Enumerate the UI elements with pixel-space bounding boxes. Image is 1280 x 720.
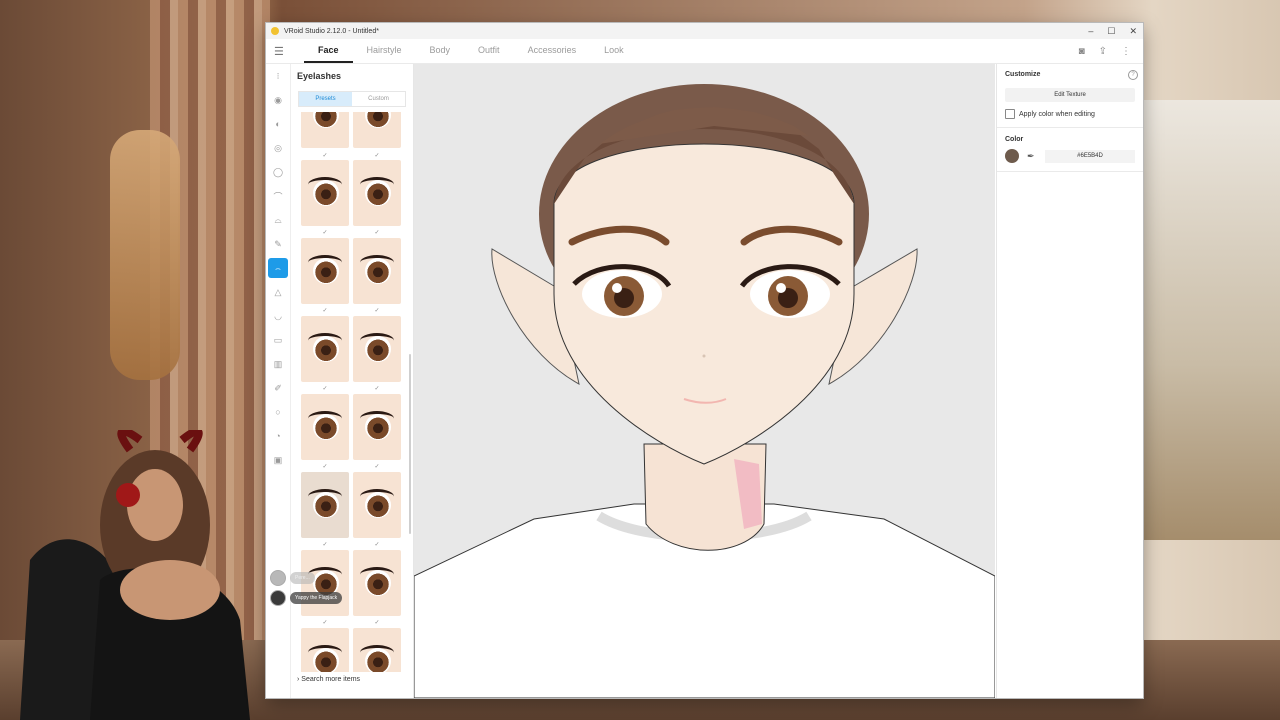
face-set-icon[interactable]: ⁝: [268, 66, 288, 86]
ear-icon[interactable]: ◐: [268, 114, 288, 134]
check-icon: ✓: [374, 542, 380, 548]
color-hex-field[interactable]: #6E5B4D: [1045, 150, 1135, 163]
app-logo-icon: [271, 27, 279, 35]
circle-icon[interactable]: ○: [268, 402, 288, 422]
chat-username: Pere...: [290, 572, 315, 584]
check-icon: ✓: [322, 464, 328, 470]
mouth-icon[interactable]: ◡: [268, 306, 288, 326]
tab-look[interactable]: Look: [590, 39, 638, 63]
color-swatch[interactable]: [1005, 149, 1019, 163]
presets-tab[interactable]: Presets: [299, 92, 352, 106]
window-title: VRoid Studio 2.12.0 - Untitled*: [284, 27, 379, 35]
check-icon: ✓: [322, 153, 328, 159]
check-icon: ✓: [322, 386, 328, 392]
camera-icon[interactable]: ◙: [1079, 46, 1085, 57]
apply-color-checkbox-row[interactable]: Apply color when editing: [1005, 109, 1095, 119]
eye-icon[interactable]: ◉: [268, 90, 288, 110]
eyelid-icon[interactable]: ⌓: [268, 210, 288, 230]
help-icon[interactable]: ?: [1128, 70, 1138, 80]
nose-icon[interactable]: △: [268, 282, 288, 302]
eyeball-icon[interactable]: ◯: [268, 162, 288, 182]
more-icon[interactable]: ⋮: [1121, 46, 1131, 57]
check-icon: ✓: [374, 308, 380, 314]
preset-thumbnail[interactable]: [301, 160, 349, 226]
check-icon: ✓: [322, 542, 328, 548]
tab-body[interactable]: Body: [416, 39, 465, 63]
chat-avatar: [270, 590, 286, 606]
preset-thumbnail[interactable]: [353, 160, 401, 226]
eye-outline-icon[interactable]: ◎: [268, 138, 288, 158]
background-window: [1143, 100, 1280, 540]
preset-thumbnail[interactable]: [353, 394, 401, 460]
search-more-label: Search more items: [301, 676, 361, 683]
color-heading: Color: [1005, 136, 1024, 143]
panel-scrollbar[interactable]: [409, 354, 411, 534]
main-menu-bar: ☰ Face Hairstyle Body Outfit Accessories…: [266, 39, 1143, 64]
check-icon: ✓: [374, 153, 380, 159]
teeth-icon[interactable]: ▥: [268, 354, 288, 374]
avatar-3d-preview: [414, 84, 995, 698]
customize-heading: Customize: [1005, 71, 1041, 78]
preset-thumbnail[interactable]: [353, 316, 401, 382]
pen-icon[interactable]: ✐: [268, 378, 288, 398]
divider: [997, 127, 1143, 128]
preset-thumbnail[interactable]: [301, 112, 349, 148]
app-window: VRoid Studio 2.12.0 - Untitled* – ☐ ✕ ☰ …: [266, 23, 1143, 698]
check-icon: ✓: [374, 464, 380, 470]
preset-thumbnail[interactable]: [353, 550, 401, 616]
face-paint-icon[interactable]: ▣: [268, 450, 288, 470]
preset-thumbnail[interactable]: [301, 394, 349, 460]
title-bar: VRoid Studio 2.12.0 - Untitled* – ☐ ✕: [266, 23, 1143, 39]
tab-accessories[interactable]: Accessories: [514, 39, 591, 63]
panel-title: Eyelashes: [297, 71, 342, 81]
minimize-button[interactable]: –: [1088, 26, 1093, 36]
preset-thumbnail[interactable]: [353, 238, 401, 304]
close-button[interactable]: ✕: [1129, 26, 1137, 37]
customize-panel: Customize ? Edit Texture Apply color whe…: [996, 64, 1143, 698]
chat-username: Yappy the Flapjack: [290, 592, 343, 604]
brow-icon[interactable]: ⌒: [268, 186, 288, 206]
share-icon[interactable]: ⇪: [1099, 46, 1107, 57]
brush-icon[interactable]: ✎: [268, 234, 288, 254]
hamburger-menu-icon[interactable]: ☰: [274, 45, 292, 58]
background-lamp: [110, 130, 180, 380]
mouth-inner-icon[interactable]: ▭: [268, 330, 288, 350]
preset-custom-toggle: Presets Custom: [298, 91, 406, 107]
check-icon: ✓: [374, 386, 380, 392]
custom-tab[interactable]: Custom: [352, 92, 405, 106]
preset-thumbnail[interactable]: [353, 112, 401, 148]
streamer-avatar-overlay: [20, 430, 250, 720]
tab-outfit[interactable]: Outfit: [464, 39, 514, 63]
tab-face[interactable]: Face: [304, 39, 353, 63]
apply-color-label: Apply color when editing: [1019, 110, 1095, 118]
check-icon: ✓: [322, 620, 328, 626]
model-viewport[interactable]: [414, 64, 995, 698]
chat-avatar: [270, 570, 286, 586]
chat-overlay: Pere... Yappy the Flapjack: [270, 570, 343, 610]
preset-thumbnail[interactable]: [353, 628, 401, 672]
preset-thumbnail[interactable]: [301, 628, 349, 672]
check-icon: ✓: [374, 620, 380, 626]
check-icon: ✓: [322, 308, 328, 314]
maximize-button[interactable]: ☐: [1107, 26, 1115, 37]
check-icon: ✓: [374, 230, 380, 236]
eyedropper-icon[interactable]: ✒: [1027, 151, 1035, 162]
search-more-items-link[interactable]: › Search more items: [297, 676, 360, 683]
preset-thumbnail[interactable]: [353, 472, 401, 538]
head-icon[interactable]: ◔: [268, 426, 288, 446]
preset-thumbnail[interactable]: [301, 316, 349, 382]
tab-hairstyle[interactable]: Hairstyle: [353, 39, 416, 63]
eyelashes-icon[interactable]: ⌢: [268, 258, 288, 278]
preset-thumbnail[interactable]: [301, 238, 349, 304]
divider: [997, 171, 1143, 172]
apply-color-checkbox[interactable]: [1005, 109, 1015, 119]
edit-texture-button[interactable]: Edit Texture: [1005, 88, 1135, 102]
preset-thumbnail-selected[interactable]: [301, 472, 349, 538]
check-icon: ✓: [322, 230, 328, 236]
